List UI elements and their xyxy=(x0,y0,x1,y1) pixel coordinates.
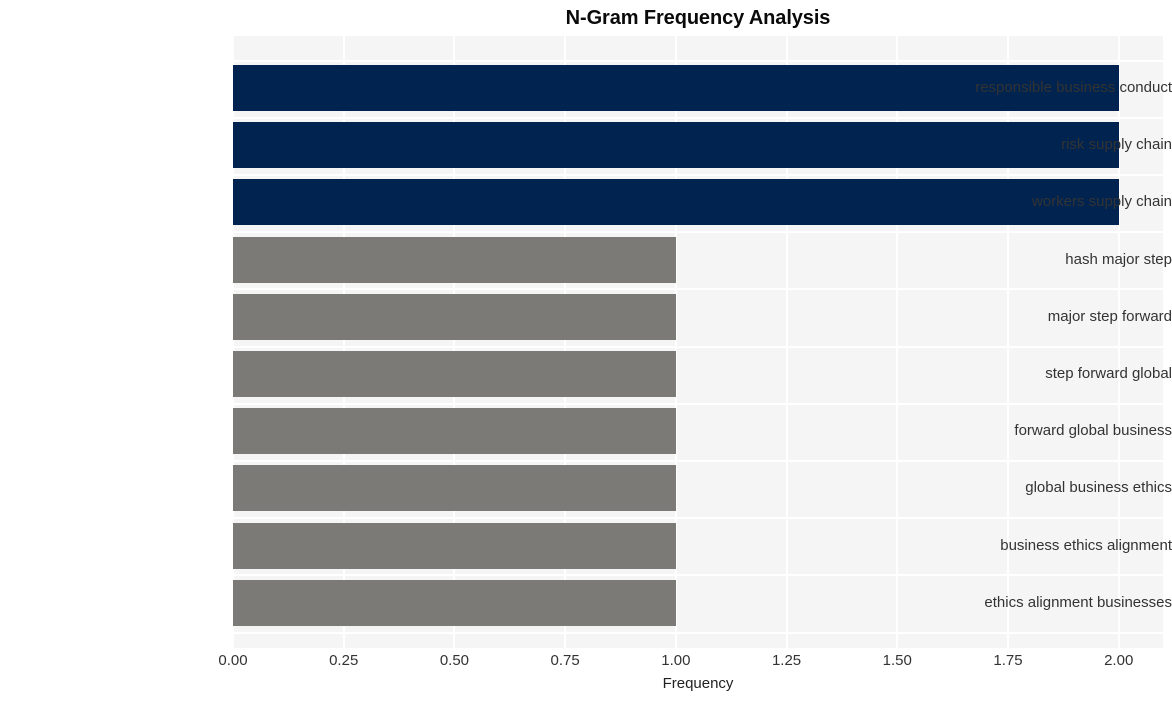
gridline-horizontal xyxy=(233,631,1163,634)
gridline-horizontal xyxy=(233,402,1163,405)
y-axis-tick-label: ethics alignment businesses xyxy=(984,593,1172,611)
y-axis-tick-label: business ethics alignment xyxy=(1000,536,1172,554)
bar[interactable] xyxy=(233,465,676,512)
gridline-horizontal xyxy=(233,459,1163,462)
x-axis-tick-label: 1.75 xyxy=(993,652,1023,669)
gridline-horizontal xyxy=(233,116,1163,119)
bar[interactable] xyxy=(233,522,676,569)
gridline-horizontal xyxy=(233,288,1163,291)
gridline-horizontal xyxy=(233,574,1163,577)
gridline-horizontal xyxy=(233,231,1163,234)
chart-title: N-Gram Frequency Analysis xyxy=(565,7,831,29)
y-axis-tick-label: global business ethics xyxy=(1025,479,1172,497)
x-axis-tick-label: 1.25 xyxy=(771,652,802,669)
bar[interactable] xyxy=(233,351,676,397)
bar[interactable] xyxy=(233,579,676,626)
x-axis-tick-label: 2.00 xyxy=(1104,652,1134,669)
y-axis-tick-label: step forward global xyxy=(1045,365,1172,382)
gridline-horizontal xyxy=(233,173,1163,176)
bar[interactable] xyxy=(233,293,676,340)
y-axis-tick-label: forward global business xyxy=(1014,422,1172,440)
bar[interactable] xyxy=(233,408,676,455)
plot-area xyxy=(233,36,1163,648)
bar[interactable] xyxy=(233,236,676,283)
gridline-horizontal xyxy=(233,517,1163,520)
x-axis-tick-label: 1.00 xyxy=(661,652,691,669)
x-axis-tick-label: 0.25 xyxy=(329,652,359,669)
gridline-horizontal xyxy=(233,59,1163,62)
ngram-frequency-chart: N-Gram Frequency Analysis responsible bu… xyxy=(0,0,1172,701)
y-axis-tick-label: major step forward xyxy=(1047,307,1172,325)
gridline-horizontal xyxy=(233,345,1163,348)
y-axis-tick-label: risk supply chain xyxy=(1061,136,1172,154)
x-axis-tick-label: 0.50 xyxy=(439,652,470,669)
y-axis-tick-label: responsible business conduct xyxy=(975,79,1172,96)
x-axis-title: Frequency xyxy=(662,675,734,692)
x-axis-tick-label: 1.50 xyxy=(882,652,912,669)
x-axis-tick-label: 0.75 xyxy=(550,652,580,669)
y-axis-tick-label: workers supply chain xyxy=(1031,193,1172,211)
y-axis-tick-label: hash major step xyxy=(1065,250,1172,268)
x-axis-tick-label: 0.00 xyxy=(218,652,248,669)
